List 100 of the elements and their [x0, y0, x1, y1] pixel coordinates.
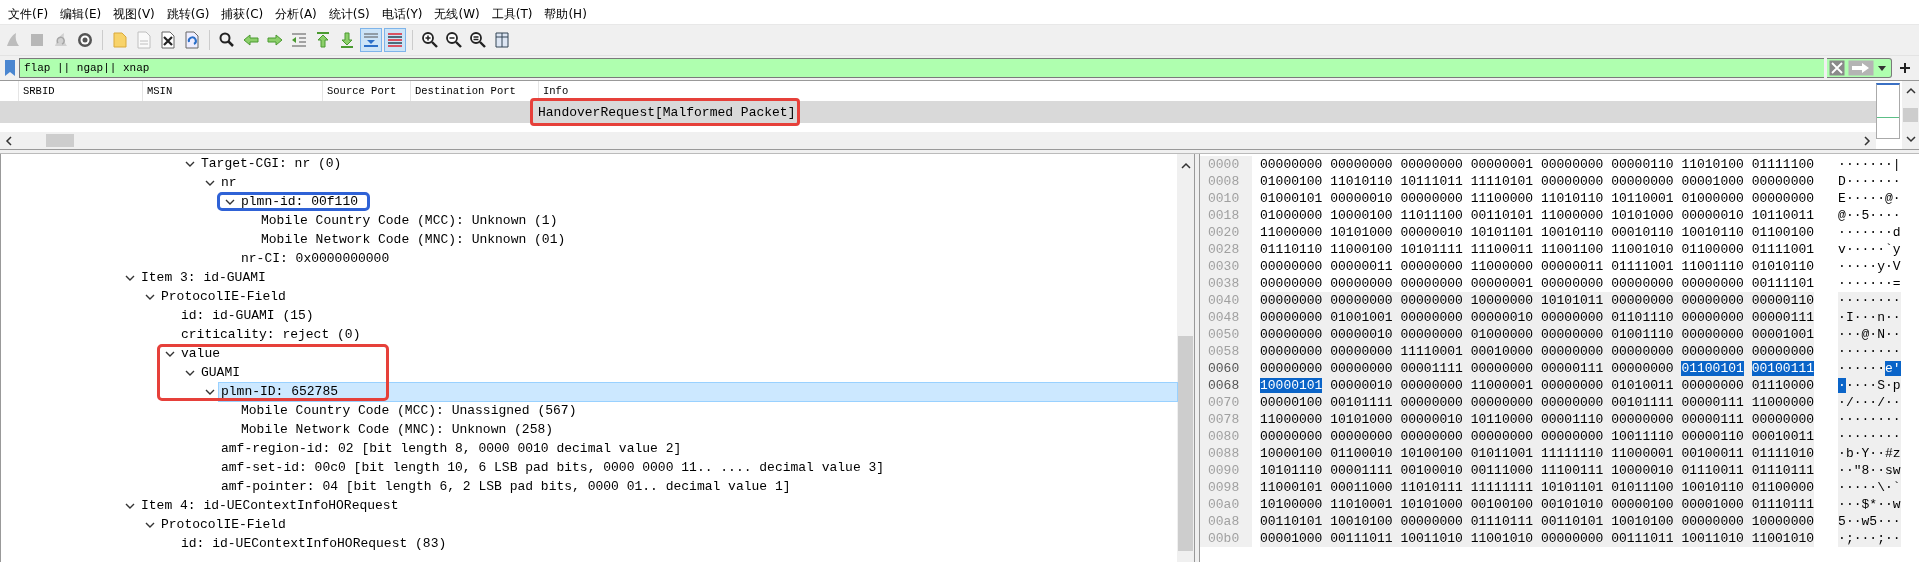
- clear-filter-button[interactable]: [1829, 60, 1845, 76]
- menu-item[interactable]: 统计(S): [322, 4, 376, 24]
- ascii-text: ·······=: [1838, 275, 1901, 292]
- tree-item[interactable]: Mobile Network Code (MNC): Unknown (01): [259, 230, 566, 249]
- tree-item[interactable]: Item 4: id-UEContextInfoHORequest: [139, 496, 399, 515]
- right-arrow-icon: [266, 31, 284, 49]
- down-chevron-icon[interactable]: [1905, 135, 1916, 143]
- bookmark-icon[interactable]: [4, 59, 16, 77]
- ascii-text: ···$*··w: [1838, 496, 1901, 513]
- autoscroll-button[interactable]: [360, 28, 382, 52]
- tree-item[interactable]: value: [179, 344, 220, 363]
- ascii-text: ········: [1838, 343, 1901, 360]
- hex-bytes: 00000000 00000000 00000000 10000000 10101011 00000000 00000000 00000110: [1260, 292, 1815, 309]
- tree-item[interactable]: amf-region-id: 02 [bit length 8, 0000 0010 decimal value 2]: [219, 439, 682, 458]
- up-chevron-icon[interactable]: [1180, 162, 1191, 170]
- menu-item[interactable]: 跳转(G): [160, 4, 216, 24]
- ascii-text: ········: [1838, 411, 1901, 428]
- hex-bytes: 00000000 00000000 00000000 00000000 00000000 10011110 00000110 00010011: [1260, 428, 1815, 445]
- packet-row[interactable]: HandoverRequest[Malformed Packet]: [0, 101, 1876, 123]
- ascii-text: @··5····: [1838, 207, 1901, 224]
- tree-item[interactable]: amf-pointer: 04 [bit length 6, 2 LSB pad bits, 0000 01.. decimal value 1]: [219, 477, 791, 496]
- ascii-text: ·b·Y··#z: [1838, 445, 1901, 462]
- close-icon: [1829, 60, 1845, 76]
- ascii-text: v·····`y: [1838, 241, 1901, 258]
- tree-item[interactable]: nr-CI: 0x0000000000: [239, 249, 390, 268]
- ascii-text: ·/···/··: [1838, 394, 1901, 411]
- lines-icon: [386, 31, 404, 49]
- hex-bytes: 00000000 00000010 00000000 01000000 00000000 01001110 00000000 00001001: [1260, 326, 1815, 343]
- horizontal-scrollbar[interactable]: [0, 132, 1876, 149]
- offset-label: 0020: [1200, 224, 1252, 241]
- ascii-text: D·······: [1838, 173, 1901, 190]
- hex-bytes: 00000000 00000000 00001111 00000000 00000111 00000000 01100101 00100111: [1260, 360, 1815, 377]
- menu-item[interactable]: 捕获(C): [215, 4, 270, 24]
- display-filter-field[interactable]: flap || ngap|| xnap: [19, 58, 1824, 78]
- ascii-text: ·····S·p: [1838, 377, 1901, 394]
- stop-icon: [28, 31, 46, 49]
- tree-item[interactable]: id: id-UEContextInfoHORequest (83): [179, 534, 447, 553]
- menu-item[interactable]: 分析(A): [269, 4, 323, 24]
- tree-item[interactable]: criticality: reject (0): [179, 325, 361, 344]
- tree-item[interactable]: ProtocolIE-Field: [159, 515, 286, 534]
- offset-label: 0070: [1200, 394, 1252, 411]
- tree-item[interactable]: Item 3: id-GUAMI: [139, 268, 266, 287]
- vertical-scrollbar[interactable]: [1902, 81, 1919, 149]
- hex-bytes: 00110101 10010100 00000000 01110111 00110101 10010100 00000000 10000000: [1260, 513, 1815, 530]
- tree-item[interactable]: Mobile Country Code (MCC): Unassigned (567): [239, 401, 577, 420]
- tree-item[interactable]: id: id-GUAMI (15): [179, 306, 314, 325]
- offset-label: 0060: [1200, 360, 1252, 377]
- scrollbar-thumb[interactable]: [1903, 108, 1918, 122]
- menu-item[interactable]: 工具(T): [485, 4, 539, 24]
- vertical-scrollbar[interactable]: [1177, 154, 1194, 562]
- tree-item[interactable]: amf-set-id: 00c0 [bit length 10, 6 LSB pad bits, 0000 0000 11.. .... decimal value 3]: [219, 458, 885, 477]
- ascii-text: ·····y·V: [1838, 258, 1901, 275]
- ascii-text: ········: [1838, 428, 1901, 445]
- offset-label: 0058: [1200, 343, 1252, 360]
- hex-bytes: 10000101 00000010 00000000 11000001 00000000 01010011 00000000 01110000: [1260, 377, 1815, 394]
- scroll-icon: [362, 31, 380, 49]
- ascii-text: ······e': [1838, 360, 1901, 377]
- tree-item[interactable]: plmn-id: 00f110: [239, 192, 359, 211]
- hex-bytes: 00000000 00000000 00000000 00000001 00000000 00000110 11010100 01111100: [1260, 156, 1815, 173]
- tree-item[interactable]: Mobile Network Code (MNC): Unknown (258): [239, 420, 554, 439]
- scrollbar-thumb[interactable]: [1178, 336, 1193, 551]
- hex-bytes: 10101110 00001111 00100010 00111000 11100111 10000010 01110011 01110111: [1260, 462, 1815, 479]
- menu-item[interactable]: 文件(F): [2, 4, 55, 24]
- hex-bytes: 01110110 11000100 10101111 11100011 11001100 11001010 01100000 01111001: [1260, 241, 1815, 258]
- offset-label: 0078: [1200, 411, 1252, 428]
- menu-item[interactable]: 帮助(H): [538, 4, 593, 24]
- offset-label: 0088: [1200, 445, 1252, 462]
- menu-item[interactable]: 视图(V): [107, 4, 161, 24]
- offset-label: 0040: [1200, 292, 1252, 309]
- ascii-text: ·······|: [1838, 156, 1901, 173]
- zoom-out-icon: [445, 31, 463, 49]
- left-chevron-icon[interactable]: [4, 135, 14, 146]
- offset-label: 0080: [1200, 428, 1252, 445]
- tree-item[interactable]: Mobile Country Code (MCC): Unknown (1): [259, 211, 558, 230]
- hex-bytes: 10000100 01100010 10100100 01011001 11111110 11000001 00100011 01111010: [1260, 445, 1815, 462]
- up-arrow-icon: [314, 31, 332, 49]
- tree-item[interactable]: plmn-ID: 652785: [219, 382, 1177, 401]
- right-chevron-icon[interactable]: [1862, 135, 1872, 146]
- colorize-button[interactable]: [384, 28, 406, 52]
- hex-bytes: 01000101 00000010 00000000 11100000 11010110 10110001 01000000 00000000: [1260, 190, 1815, 207]
- tree-item[interactable]: GUAMI: [199, 363, 240, 382]
- offset-label: 0048: [1200, 309, 1252, 326]
- tree-item[interactable]: nr: [219, 173, 237, 192]
- down-arrow-icon: [338, 31, 356, 49]
- caret-icon: [1877, 64, 1887, 72]
- tree-item[interactable]: ProtocolIE-Field: [159, 287, 286, 306]
- menu-item[interactable]: 无线(W): [428, 4, 486, 24]
- up-chevron-icon[interactable]: [1905, 87, 1916, 95]
- scrollbar-thumb[interactable]: [46, 134, 74, 147]
- shark-fin-icon: [4, 31, 22, 49]
- restart-icon: [52, 31, 70, 49]
- close-file-icon: [159, 31, 177, 49]
- offset-label: 0068: [1200, 377, 1252, 394]
- tree-item[interactable]: Target-CGI: nr (0): [199, 154, 342, 173]
- menu-item[interactable]: 电话(Y): [375, 4, 429, 24]
- offset-label: 0028: [1200, 241, 1252, 258]
- packet-minimap[interactable]: [1876, 83, 1900, 139]
- menu-item[interactable]: 编辑(E): [54, 4, 108, 24]
- columns-icon: [493, 31, 511, 49]
- offset-label: 0008: [1200, 173, 1252, 190]
